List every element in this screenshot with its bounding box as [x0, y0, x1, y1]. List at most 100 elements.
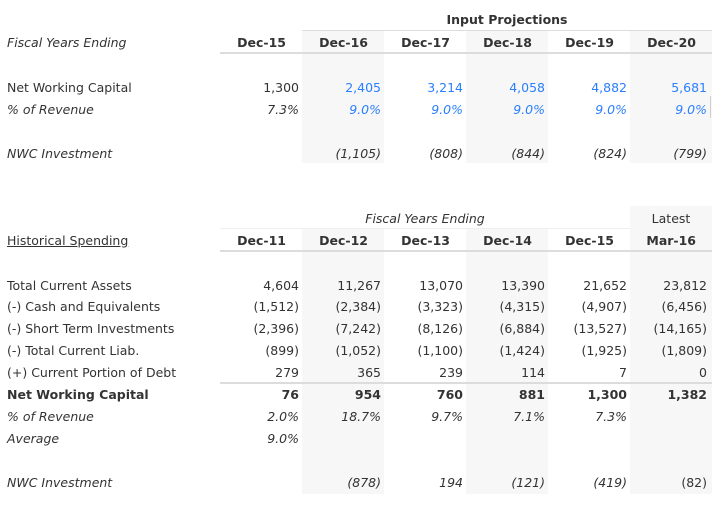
hist-row-cell: (6,456) — [661, 299, 707, 314]
hist-investment-dec13: 194 — [439, 475, 463, 490]
hist-col-header-mar16: Mar-16 — [646, 233, 696, 248]
proj-pct-dec20-input[interactable]: 9.0% — [627, 102, 707, 117]
input-projections-header: Input Projections — [446, 12, 568, 27]
historical-group-header: Fiscal Years Ending — [365, 211, 485, 226]
hist-average-dec11: 9.0% — [267, 431, 299, 446]
col-header-dec16: Dec-16 — [319, 35, 368, 50]
proj-investment-dec17: (808) — [429, 146, 463, 161]
col-header-dec17: Dec-17 — [401, 35, 450, 50]
hist-row-cell: (1,925) — [581, 343, 627, 358]
proj-nwc-dec16-input[interactable]: 2,405 — [301, 80, 381, 95]
hist-pct-dec13: 9.7% — [431, 409, 463, 424]
hist-row-label: (-) Cash and Equivalents — [7, 299, 161, 314]
hist-investment-label: NWC Investment — [7, 475, 113, 490]
hist-row-cell: (1,424) — [499, 343, 545, 358]
hist-nwc-dec13: 760 — [436, 387, 463, 402]
hist-row-cell: 21,652 — [583, 278, 627, 293]
proj-pct-label: % of Revenue — [7, 102, 94, 117]
hist-row-cell: (1,512) — [253, 299, 299, 314]
input-cell-border — [710, 96, 711, 118]
proj-pct-dec18-input[interactable]: 9.0% — [465, 102, 545, 117]
proj-nwc-dec15: 1,300 — [263, 80, 299, 95]
hist-row-cell: (1,809) — [661, 343, 707, 358]
hist-row-cell: 0 — [699, 365, 707, 380]
hist-col-header-dec14: Dec-14 — [483, 233, 532, 248]
col-header-dec18: Dec-18 — [483, 35, 532, 50]
hist-pct-dec14: 7.1% — [513, 409, 545, 424]
hist-investment-dec14: (121) — [511, 475, 545, 490]
proj-nwc-dec17-input[interactable]: 3,214 — [383, 80, 463, 95]
proj-nwc-label: Net Working Capital — [7, 80, 132, 95]
hist-col-header-dec13: Dec-13 — [401, 233, 450, 248]
hist-row-cell: 4,604 — [263, 278, 299, 293]
hist-row-cell: 23,812 — [663, 278, 707, 293]
hist-col-header-dec11: Dec-11 — [237, 233, 286, 248]
hist-nwc-dec12: 954 — [354, 387, 381, 402]
hist-row-label: Total Current Assets — [7, 278, 132, 293]
hist-investment-dec12: (878) — [347, 475, 381, 490]
hist-nwc-dec14: 881 — [518, 387, 545, 402]
hist-investment-mar16: (82) — [681, 475, 707, 490]
hist-row-label: (-) Total Current Liab. — [7, 343, 140, 358]
hist-row-cell: (1,100) — [417, 343, 463, 358]
proj-nwc-dec20-input[interactable]: 5,681 — [627, 80, 707, 95]
hist-row-cell: 13,390 — [501, 278, 545, 293]
nwc-total-rule — [220, 382, 712, 384]
historical-top-rule — [220, 228, 630, 229]
hist-row-label: (-) Short Term Investments — [7, 321, 175, 336]
hist-col-header-dec15: Dec-15 — [565, 233, 614, 248]
proj-nwc-dec19-input[interactable]: 4,882 — [547, 80, 627, 95]
hist-row-cell: (4,907) — [581, 299, 627, 314]
hist-pct-dec15: 7.3% — [595, 409, 627, 424]
col-header-dec20: Dec-20 — [647, 35, 696, 50]
hist-row-cell: 7 — [619, 365, 627, 380]
hist-row-cell: 239 — [439, 365, 463, 380]
proj-investment-dec20: (799) — [673, 146, 707, 161]
hist-investment-dec15: (419) — [593, 475, 627, 490]
hist-row-cell: 13,070 — [419, 278, 463, 293]
hist-row-cell: 279 — [275, 365, 299, 380]
hist-row-cell: (8,126) — [417, 321, 463, 336]
hist-nwc-label: Net Working Capital — [7, 387, 149, 402]
hist-nwc-dec15: 1,300 — [587, 387, 627, 402]
hist-average-label: Average — [7, 431, 60, 446]
projections-top-rule — [302, 30, 712, 31]
proj-nwc-dec18-input[interactable]: 4,058 — [465, 80, 545, 95]
hist-row-cell: (2,396) — [253, 321, 299, 336]
proj-investment-dec19: (824) — [593, 146, 627, 161]
proj-pct-dec17-input[interactable]: 9.0% — [383, 102, 463, 117]
hist-pct-dec12: 18.7% — [341, 409, 381, 424]
hist-row-cell: (1,052) — [335, 343, 381, 358]
proj-pct-dec16-input[interactable]: 9.0% — [301, 102, 381, 117]
fiscal-years-ending-label: Fiscal Years Ending — [7, 35, 127, 50]
hist-row-cell: (2,384) — [335, 299, 381, 314]
historical-header-rule — [220, 250, 712, 252]
hist-row-cell: 114 — [521, 365, 545, 380]
hist-row-cell: (6,884) — [499, 321, 545, 336]
shade-col-dec12 — [302, 228, 384, 494]
hist-row-cell: 365 — [357, 365, 381, 380]
proj-investment-dec18: (844) — [511, 146, 545, 161]
latest-header: Latest — [651, 211, 691, 226]
hist-row-cell: (899) — [265, 343, 299, 358]
proj-pct-dec15: 7.3% — [267, 102, 299, 117]
hist-row-cell: (13,527) — [573, 321, 628, 336]
projections-header-rule — [220, 52, 712, 54]
hist-nwc-dec11: 76 — [281, 387, 299, 402]
proj-pct-dec19-input[interactable]: 9.0% — [547, 102, 627, 117]
col-header-dec15: Dec-15 — [237, 35, 286, 50]
hist-pct-label: % of Revenue — [7, 409, 94, 424]
shade-col-dec14 — [466, 228, 548, 494]
col-header-dec19: Dec-19 — [565, 35, 614, 50]
hist-row-cell: (4,315) — [499, 299, 545, 314]
hist-col-header-dec12: Dec-12 — [319, 233, 368, 248]
hist-row-cell: (14,165) — [653, 321, 708, 336]
hist-nwc-mar16: 1,382 — [667, 387, 707, 402]
hist-row-label: (+) Current Portion of Debt — [7, 365, 177, 380]
hist-row-cell: (3,323) — [417, 299, 463, 314]
hist-row-cell: (7,242) — [335, 321, 381, 336]
proj-investment-dec16: (1,105) — [335, 146, 381, 161]
hist-pct-dec11: 2.0% — [267, 409, 299, 424]
historical-spending-title: Historical Spending — [7, 233, 129, 248]
proj-investment-label: NWC Investment — [7, 146, 113, 161]
